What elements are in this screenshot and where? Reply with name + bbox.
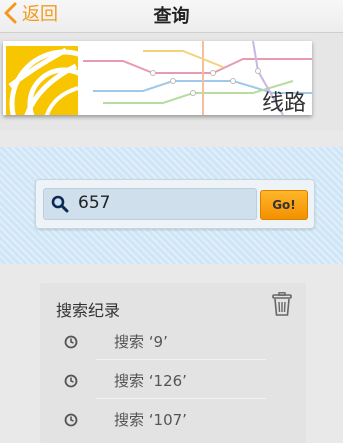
page-title: 查询 xyxy=(153,6,190,27)
trash-icon[interactable] xyxy=(271,292,293,316)
search-value: 657 xyxy=(78,193,111,213)
clock-icon xyxy=(64,335,78,349)
route-banner[interactable]: 线路 xyxy=(3,41,312,115)
clock-icon xyxy=(64,413,78,427)
history-item[interactable]: 搜索 ‘9’ xyxy=(40,326,306,360)
history-item-label: 搜索 ‘126’ xyxy=(114,372,187,390)
clock-icon xyxy=(64,374,78,388)
banner-label: 线路 xyxy=(261,91,306,115)
banner-area: 线路 xyxy=(0,33,343,131)
divider xyxy=(96,398,266,399)
search-icon xyxy=(51,195,69,213)
history-item[interactable]: 搜索 ‘126’ xyxy=(40,365,306,399)
divider xyxy=(96,359,266,360)
go-button[interactable]: Go! xyxy=(260,190,308,220)
navigation-bar: 返回 查询 xyxy=(0,0,343,33)
history-item-label: 搜索 ‘9’ xyxy=(114,333,168,351)
history-item-label: 搜索 ‘107’ xyxy=(114,411,187,429)
history-item[interactable]: 搜索 ‘107’ xyxy=(40,404,306,438)
search-bar: 657 Go! xyxy=(35,179,315,229)
search-input[interactable]: 657 xyxy=(43,188,257,220)
search-history-panel: 搜索纪录 搜索 ‘9’ 搜索 ‘126’ 搜索 ‘107’ xyxy=(40,283,306,443)
globe-logo-icon xyxy=(6,46,78,115)
history-title: 搜索纪录 xyxy=(56,301,121,320)
search-section: 657 Go! xyxy=(0,147,343,264)
